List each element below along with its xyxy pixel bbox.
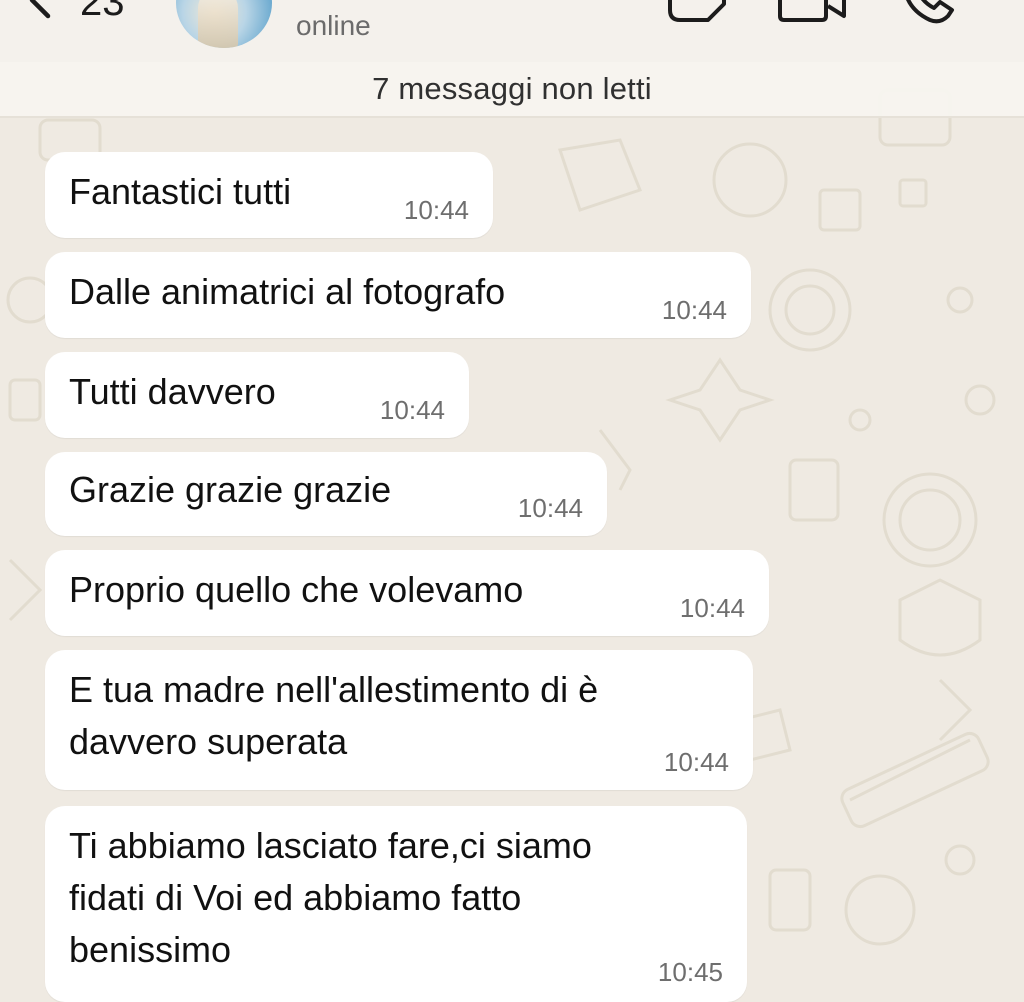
unread-messages-banner: 7 messaggi non letti (0, 62, 1024, 118)
message-time: 10:44 (403, 195, 469, 225)
sticker-icon[interactable] (664, 0, 728, 24)
message-bubble[interactable]: Fantastici tutti 10:44 (45, 152, 493, 238)
message-list: Fantastici tutti 10:44 Dalle animatrici … (0, 0, 1024, 1002)
message-text: Tutti davvero (69, 371, 276, 412)
message-time: 10:45 (657, 957, 723, 987)
message-bubble[interactable]: E tua madre nell'allestimento di è davve… (45, 650, 753, 790)
message-time: 10:44 (663, 747, 729, 777)
message-time: 10:44 (517, 493, 583, 523)
message-time: 10:44 (679, 593, 745, 623)
message-bubble[interactable]: Tutti davvero 10:44 (45, 352, 469, 438)
message-bubble[interactable]: Dalle animatrici al fotografo 10:44 (45, 252, 751, 338)
message-bubble[interactable]: Grazie grazie grazie 10:44 (45, 452, 607, 536)
message-text: Grazie grazie grazie (69, 469, 392, 510)
unread-chats-count[interactable]: 23 (80, 0, 125, 22)
video-call-icon[interactable] (776, 0, 848, 24)
chat-header: 23 online (0, 0, 1024, 62)
message-text: Ti abbiamo lasciato fare,ci siamo fidati… (69, 825, 592, 970)
unread-messages-label: 7 messaggi non letti (372, 71, 652, 106)
message-time: 10:44 (661, 295, 727, 325)
message-bubble[interactable]: Ti abbiamo lasciato fare,ci siamo fidati… (45, 806, 747, 1002)
avatar-image (198, 0, 238, 48)
avatar[interactable] (176, 0, 272, 48)
message-text: Fantastici tutti (69, 171, 292, 212)
chevron-left-icon[interactable] (20, 0, 60, 20)
message-time: 10:44 (379, 395, 445, 425)
message-text: E tua madre nell'allestimento di è davve… (69, 669, 599, 762)
message-text: Dalle animatrici al fotografo (69, 271, 506, 312)
message-text: Proprio quello che volevamo (69, 569, 524, 610)
contact-status: online (296, 10, 371, 41)
message-bubble[interactable]: Proprio quello che volevamo 10:44 (45, 550, 769, 636)
phone-icon[interactable] (896, 0, 956, 24)
